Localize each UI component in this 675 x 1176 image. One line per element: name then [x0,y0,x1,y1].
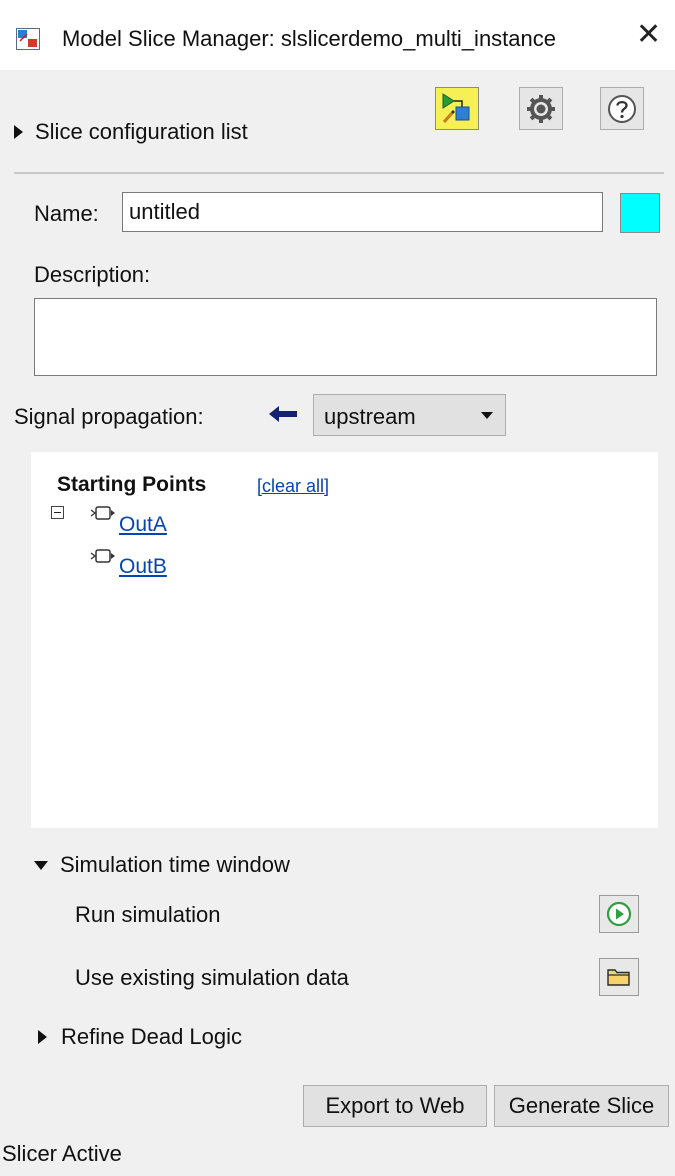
window-title: Model Slice Manager: slslicerdemo_multi_… [62,26,557,51]
help-button[interactable] [600,87,644,130]
close-icon[interactable]: ✕ [636,20,661,50]
description-label: Description: [34,262,151,287]
title-bar: Model Slice Manager: slslicerdemo_multi_… [0,0,675,70]
highlight-slice-icon [442,92,470,123]
folder-icon [607,969,630,986]
name-label: Name: [34,201,99,226]
signal-propagation-label: Signal propagation: [14,404,204,429]
refine-dead-logic-label: Refine Dead Logic [61,1024,243,1049]
expand-arrow-icon [14,125,23,139]
play-icon [606,901,632,927]
help-icon [608,94,636,123]
run-simulation-button[interactable] [599,895,639,933]
highlight-slice-button[interactable] [435,87,479,130]
slice-color-swatch[interactable] [620,193,660,233]
simulation-time-window-label: Simulation time window [60,852,290,877]
slice-config-list-label: Slice configuration list [35,119,248,144]
slice-config-list-toggle[interactable]: Slice configuration list [14,119,248,145]
run-simulation-label: Run simulation [75,902,221,927]
settings-gear-icon [527,94,555,123]
signal-propagation-select[interactable]: upstream [313,394,506,436]
separator [14,172,664,174]
starting-point-link[interactable]: OutB [119,555,167,579]
description-input[interactable] [34,298,657,376]
starting-points-panel [31,452,658,828]
starting-points-title: Starting Points [57,473,207,496]
outport-block-icon [90,506,115,520]
status-text: Slicer Active [2,1141,122,1166]
upstream-arrow-icon [269,406,297,422]
generate-slice-button[interactable]: Generate Slice [494,1085,669,1127]
signal-propagation-value: upstream [324,404,416,429]
clear-all-link[interactable]: [clear all] [257,476,329,497]
name-input[interactable]: untitled [122,192,603,232]
collapse-tree-icon[interactable] [51,506,64,519]
load-simulation-data-button[interactable] [599,958,639,996]
use-existing-data-label: Use existing simulation data [75,965,349,990]
export-to-web-button[interactable]: Export to Web [303,1085,487,1127]
simulation-time-window-toggle[interactable]: Simulation time window [34,852,290,878]
expand-arrow-icon [38,1030,47,1044]
outport-block-icon [90,549,115,563]
settings-button[interactable] [519,87,563,130]
starting-point-link[interactable]: OutA [119,513,167,537]
app-icon [16,28,40,50]
refine-dead-logic-toggle[interactable]: Refine Dead Logic [38,1024,242,1050]
chevron-down-icon [481,412,493,419]
collapse-arrow-icon [34,860,48,870]
